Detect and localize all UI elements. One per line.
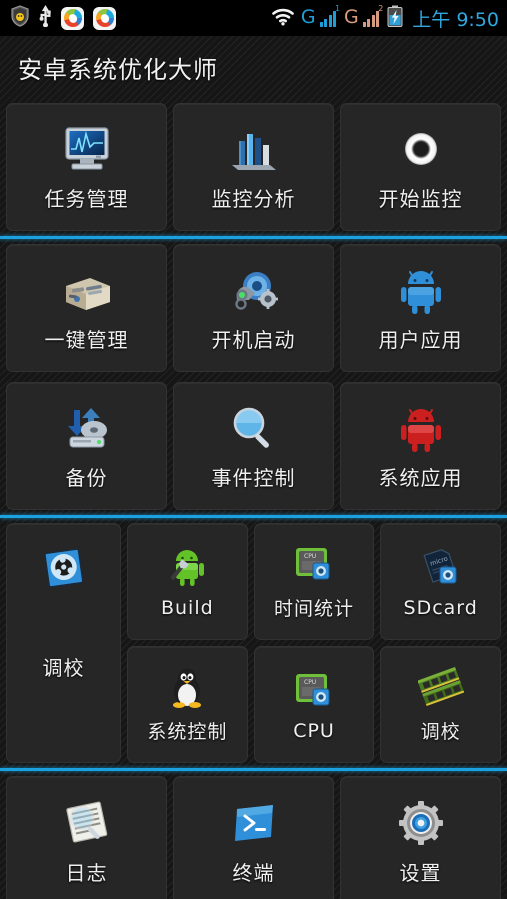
sim1-signal-icon: 1 bbox=[319, 4, 340, 27]
sim2-network-type-label: G bbox=[344, 5, 359, 28]
bar-chart-icon bbox=[227, 123, 281, 177]
section-monitoring: 任务管理 监控分析 开始监控 bbox=[0, 98, 507, 236]
gear-icon bbox=[394, 797, 448, 851]
tile-label: 开始监控 bbox=[378, 186, 463, 211]
linux-penguin-icon bbox=[164, 665, 210, 711]
sim2-index-label: 2 bbox=[378, 3, 384, 13]
app-root: G 1 G 2 上午 9:50 安卓系统优化大师 任务管理 监控分析 开始监控 … bbox=[0, 0, 507, 899]
tile-cpu[interactable]: CPU CPU bbox=[253, 646, 375, 763]
tile-user-apps[interactable]: 用户应用 bbox=[340, 244, 501, 372]
section-tuning: 调校 Build CPU 时间统计 micro SDcard 系统控制 CPU … bbox=[0, 518, 507, 768]
tile-build[interactable]: Build bbox=[127, 523, 248, 640]
ubuntu-tune-icon bbox=[37, 542, 91, 596]
tile-start-monitoring[interactable]: 开始监控 bbox=[340, 103, 501, 231]
security-shield-icon bbox=[10, 5, 30, 31]
app-launcher-icon-1 bbox=[61, 6, 84, 30]
tile-event-control[interactable]: 事件控制 bbox=[173, 382, 334, 510]
tile-boot-startup[interactable]: 开机启动 bbox=[173, 244, 334, 372]
status-bar-right-icons: G 1 G 2 上午 9:50 bbox=[271, 4, 499, 32]
tile-system-apps[interactable]: 系统应用 bbox=[340, 382, 501, 510]
tile-tuning-main[interactable]: 调校 bbox=[6, 523, 121, 763]
tile-tuning-ram[interactable]: 调校 bbox=[380, 646, 502, 763]
tile-label: 系统应用 bbox=[378, 465, 463, 490]
log-document-icon bbox=[60, 797, 114, 851]
sim2-signal-icon: 2 bbox=[362, 4, 383, 27]
magnifier-icon bbox=[227, 402, 281, 456]
tile-label: CPU bbox=[293, 719, 335, 742]
tile-label: 日志 bbox=[65, 860, 108, 885]
tuning-row-1: Build CPU 时间统计 micro SDcard bbox=[127, 523, 502, 640]
svg-text:CPU: CPU bbox=[304, 553, 316, 560]
tile-label: 一键管理 bbox=[44, 327, 129, 352]
tile-label: 设置 bbox=[399, 860, 442, 885]
tile-terminal[interactable]: 终端 bbox=[173, 776, 334, 899]
tile-label: 任务管理 bbox=[44, 186, 129, 211]
clock-label: 上午 9:50 bbox=[412, 8, 499, 31]
tile-label: SDcard bbox=[403, 596, 478, 619]
monitor-chart-icon bbox=[60, 123, 114, 177]
tile-label: 系统控制 bbox=[147, 721, 228, 743]
ram-module-icon bbox=[417, 665, 464, 711]
toolbox-icon bbox=[60, 264, 114, 318]
tile-label: 调校 bbox=[420, 721, 461, 743]
tile-label: 监控分析 bbox=[211, 186, 296, 211]
tile-logs[interactable]: 日志 bbox=[6, 776, 167, 899]
tile-system-control[interactable]: 系统控制 bbox=[127, 646, 248, 763]
sim1-index-label: 1 bbox=[334, 3, 341, 13]
tile-sdcard[interactable]: micro SDcard bbox=[380, 523, 502, 640]
tile-time-stats[interactable]: CPU 时间统计 bbox=[253, 523, 375, 640]
tile-label: Build bbox=[160, 596, 214, 619]
status-bar-left-icons bbox=[10, 5, 116, 31]
section-apps-management: 一键管理 开机启动 用户应用 bbox=[0, 239, 507, 377]
tile-monitor-analysis[interactable]: 监控分析 bbox=[173, 103, 334, 231]
tile-label: 事件控制 bbox=[211, 465, 296, 490]
sdcard-icon: micro bbox=[418, 545, 464, 591]
page-title: 安卓系统优化大师 bbox=[18, 55, 218, 84]
app-launcher-icon-2 bbox=[93, 6, 116, 30]
cpu-chip-icon: CPU bbox=[291, 668, 337, 714]
android-red-icon bbox=[394, 402, 448, 456]
terminal-icon bbox=[227, 797, 281, 851]
section-backup-system: 备份 事件控制 系统应用 bbox=[0, 377, 507, 515]
boot-power-icon bbox=[227, 264, 281, 318]
tile-label: 备份 bbox=[65, 465, 108, 490]
tile-task-manager[interactable]: 任务管理 bbox=[6, 103, 167, 231]
svg-text:CPU: CPU bbox=[304, 679, 316, 686]
tile-settings[interactable]: 设置 bbox=[340, 776, 501, 899]
backup-disk-icon bbox=[60, 402, 114, 456]
tile-backup[interactable]: 备份 bbox=[6, 382, 167, 510]
app-title-bar: 安卓系统优化大师 bbox=[0, 36, 507, 98]
sim1-network-type-label: G bbox=[300, 5, 316, 28]
tile-label: 开机启动 bbox=[211, 327, 296, 352]
cpu-chip-icon: CPU bbox=[291, 542, 337, 588]
record-ring-icon bbox=[394, 123, 448, 177]
android-blue-icon bbox=[394, 264, 448, 318]
wifi-icon bbox=[271, 7, 295, 30]
usb-icon bbox=[39, 5, 52, 31]
battery-charging-icon bbox=[387, 5, 403, 31]
tuning-grid: Build CPU 时间统计 micro SDcard 系统控制 CPU CPU… bbox=[127, 523, 502, 763]
tile-label: 用户应用 bbox=[378, 327, 463, 352]
tile-label: 时间统计 bbox=[274, 598, 355, 620]
tile-one-key-manage[interactable]: 一键管理 bbox=[6, 244, 167, 372]
android-wrench-icon bbox=[164, 545, 210, 591]
status-bar: G 1 G 2 上午 9:50 bbox=[0, 0, 507, 36]
tile-label: 终端 bbox=[232, 860, 275, 885]
tuning-row-2: 系统控制 CPU CPU 调校 bbox=[127, 646, 502, 763]
tile-label: 调校 bbox=[42, 656, 85, 680]
section-tools: 日志 终端 设置 bbox=[0, 771, 507, 899]
